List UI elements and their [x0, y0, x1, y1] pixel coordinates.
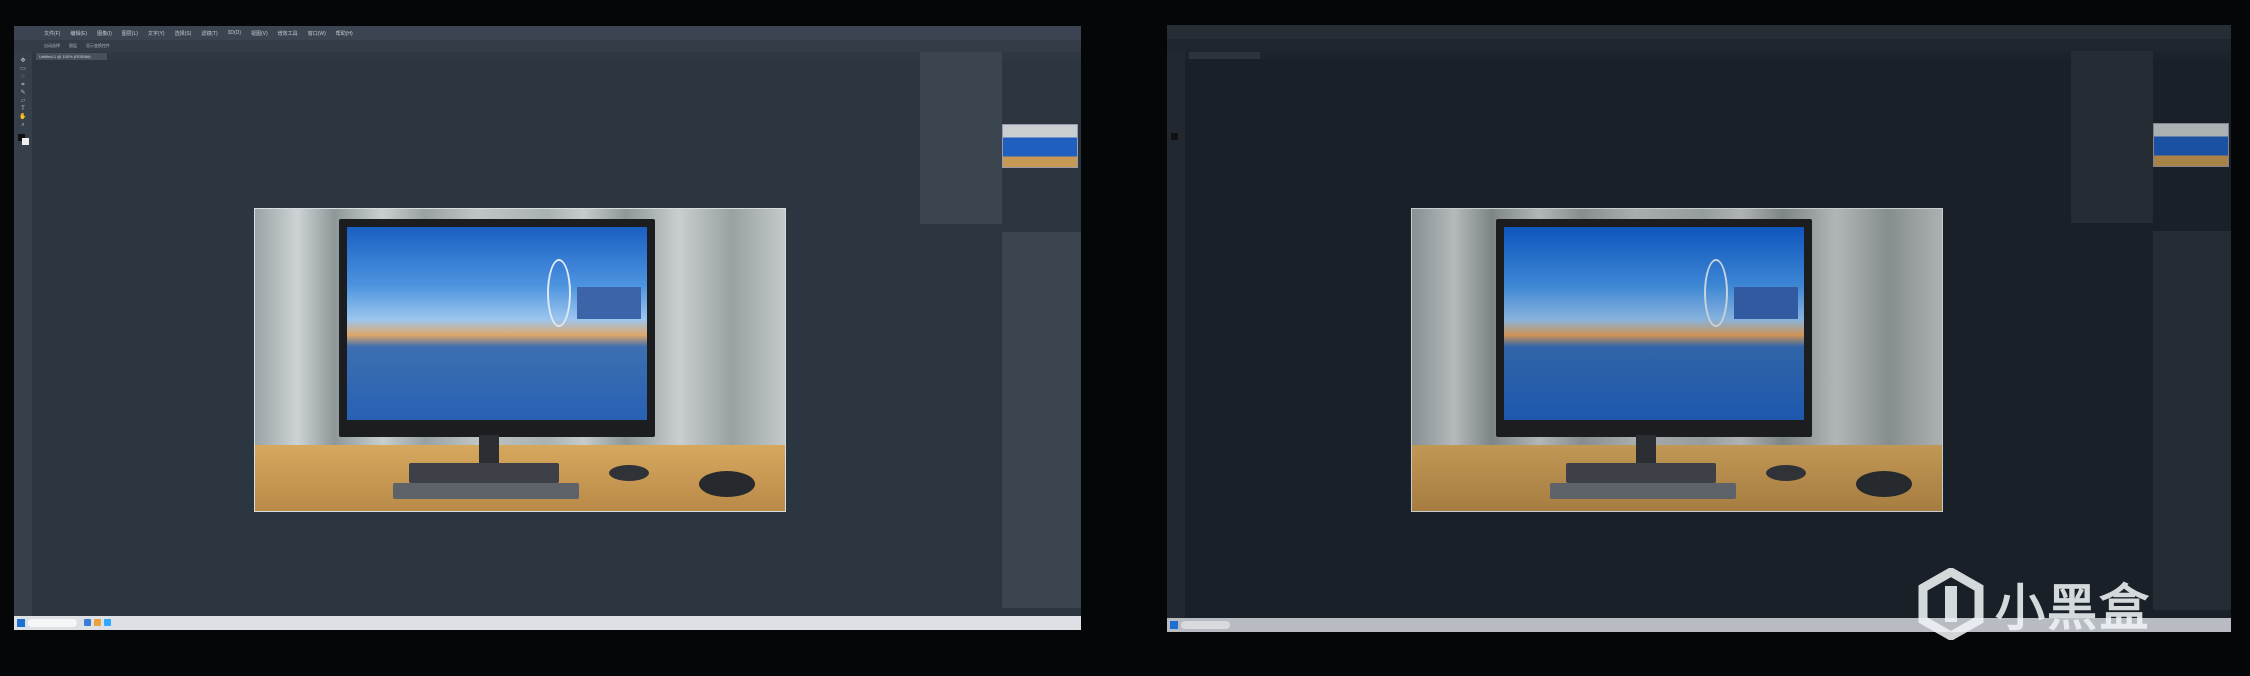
layers-panel [920, 52, 1002, 224]
properties-panel-right [2153, 231, 2231, 610]
xiaoheihe-watermark: 小黑盒 [1915, 568, 2151, 640]
ferris-wheel [546, 258, 571, 327]
option-layer[interactable]: 图层 [69, 43, 77, 49]
canvas-area-right[interactable] [1185, 59, 2131, 618]
taskbar-search[interactable] [28, 619, 77, 627]
document-image [254, 208, 786, 512]
city-building-right [1733, 286, 1798, 319]
marquee-icon[interactable]: ▭ [17, 66, 29, 73]
mouse [699, 471, 755, 497]
control-puck [609, 465, 649, 481]
monitor-screen-left: 文件(F) 编辑(E) 图像(I) 图层(L) 文字(Y) 选择(S) 滤镜(T… [14, 26, 1081, 630]
windows-start-icon[interactable] [17, 619, 25, 627]
monitor-wallpaper-london-eye [346, 226, 648, 420]
windows-start-icon-right[interactable] [1170, 621, 1178, 629]
layers-panel-right [2071, 51, 2153, 223]
menu-file[interactable]: 文件(F) [44, 30, 60, 37]
xiaoheihe-logo-icon [1918, 568, 1984, 640]
navigator-thumbnail [1002, 124, 1078, 168]
folder-icon[interactable] [94, 619, 101, 626]
menu-filter[interactable]: 滤镜(T) [201, 30, 217, 37]
options-bar: 自动选择 图层 显示变换控件 [14, 40, 1081, 52]
option-transform-controls[interactable]: 显示变换控件 [86, 43, 110, 49]
menu-layer[interactable]: 图层(L) [122, 30, 138, 37]
photographed-monitor [339, 219, 655, 437]
zoom-icon[interactable]: ⌕ [17, 122, 29, 129]
mouse-right [1856, 471, 1912, 497]
watermark-text: 小黑盒 [1995, 580, 2151, 636]
move-icon[interactable]: ✥ [17, 58, 29, 65]
tools-panel: ✥ ▭ ◌ ⌗ ✎ ▱ T ✋ ⌕ [14, 52, 32, 616]
canvas-area[interactable] [32, 60, 981, 616]
tools-panel-right [1167, 51, 1185, 618]
text-icon[interactable]: T [17, 106, 29, 113]
control-puck-right [1766, 465, 1806, 481]
navigator-thumbnail-right [2153, 123, 2229, 167]
monitor-screen-right [1167, 25, 2231, 632]
keyboard-right [1550, 483, 1736, 499]
menu-select[interactable]: 选择(S) [175, 30, 192, 37]
menu-view[interactable]: 视图(V) [251, 30, 268, 37]
photographed-monitor-right [1496, 219, 1812, 437]
crop-icon[interactable]: ⌗ [17, 82, 29, 89]
menu-image[interactable]: 图像(I) [97, 30, 112, 37]
document-image-right [1411, 208, 1943, 512]
lasso-icon[interactable]: ◌ [17, 74, 29, 81]
option-auto-select[interactable]: 自动选择 [44, 43, 60, 49]
menu-help[interactable]: 帮助(H) [336, 30, 353, 37]
monitor-wallpaper-right [1503, 226, 1805, 420]
city-building [576, 286, 641, 319]
photoshop-icon[interactable] [104, 619, 111, 626]
menu-type[interactable]: 文字(Y) [148, 30, 165, 37]
ferris-wheel-right [1703, 258, 1728, 327]
hand-icon[interactable]: ✋ [17, 114, 29, 121]
options-bar-right [1167, 39, 2231, 51]
eraser-icon[interactable]: ▱ [17, 98, 29, 105]
menu-plugins[interactable]: 增效工具 [278, 30, 298, 37]
taskbar-search-right[interactable] [1181, 621, 1230, 629]
monitor-base-right [1566, 463, 1716, 483]
monitor-base [409, 463, 559, 483]
document-tab[interactable]: Untitled-1 @ 100% (RGB/8#) [36, 53, 107, 60]
windows-taskbar [14, 616, 1081, 630]
document-tab-right[interactable] [1189, 52, 1260, 59]
menu-window[interactable]: 窗口(W) [308, 30, 326, 37]
menu-3d[interactable]: 3D(D) [228, 30, 241, 36]
menu-bar: 文件(F) 编辑(E) 图像(I) 图层(L) 文字(Y) 选择(S) 滤镜(T… [14, 26, 1081, 40]
background-color-swatch[interactable] [22, 138, 29, 145]
keyboard [393, 483, 579, 499]
menu-edit[interactable]: 编辑(E) [70, 30, 87, 37]
foreground-color-swatch-right[interactable] [1171, 133, 1178, 140]
file-explorer-icon[interactable] [84, 619, 91, 626]
properties-panel [1002, 232, 1081, 608]
brush-icon[interactable]: ✎ [17, 90, 29, 97]
menu-bar-right [1167, 25, 2231, 39]
